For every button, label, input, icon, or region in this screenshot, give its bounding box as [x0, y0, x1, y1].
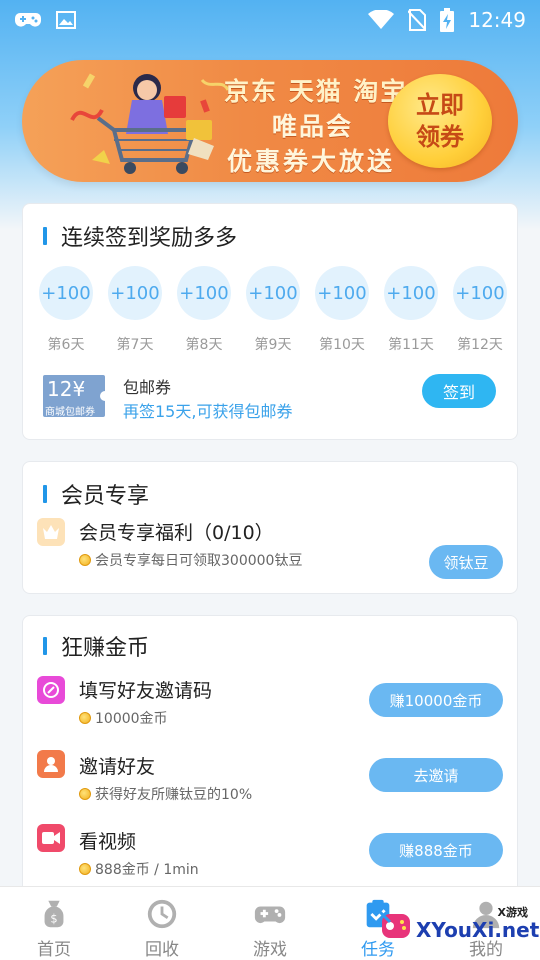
- day-reward: +100: [315, 266, 369, 320]
- watch-video-title: 看视频: [79, 831, 137, 853]
- claim-coupon-line1: 立即: [416, 91, 464, 119]
- signin-title-text: 连续签到奖励多多: [61, 226, 238, 251]
- coin-icon: [79, 788, 91, 800]
- battery-charging-icon: [440, 8, 455, 32]
- member-benefit-title: 会员专享福利（0/10）: [79, 522, 274, 544]
- member-benefit-sub: 会员专享每日可领取300000钛豆: [79, 550, 302, 570]
- tab-games-label: 游戏: [253, 940, 287, 960]
- day-reward: +100: [384, 266, 438, 320]
- earn-10000-button[interactable]: 赚10000金币: [369, 683, 503, 717]
- signin-card: 连续签到奖励多多 +100 第6天 +100 第7天 +100 第8天 +100…: [22, 203, 518, 440]
- coupon-amount: 12¥: [47, 377, 86, 401]
- gamepad-icon: [14, 10, 42, 30]
- tab-recycle-label: 回收: [145, 940, 179, 960]
- day-label: 第8天: [185, 337, 223, 353]
- earn-title-text: 狂赚金币: [61, 636, 150, 661]
- title-bar: [43, 485, 47, 503]
- banner-line2: 唯品会: [272, 112, 354, 141]
- claim-coupon-button[interactable]: 立即 领券: [388, 74, 492, 168]
- banner-line1: 京东 天猫 淘宝: [224, 77, 408, 106]
- day-label: 第7天: [116, 337, 154, 353]
- title-bar: [43, 227, 47, 245]
- gamepad-icon: [254, 906, 286, 924]
- day-reward: +100: [177, 266, 231, 320]
- claim-coupon-line2: 领券: [416, 123, 464, 151]
- day-label: 第6天: [47, 337, 85, 353]
- claim-beans-button[interactable]: 领钛豆: [429, 545, 503, 579]
- day-label: 第12天: [457, 337, 503, 353]
- invite-friends-sub-text: 获得好友所赚钛豆的10%: [95, 787, 253, 803]
- invite-friends-sub: 获得好友所赚钛豆的10%: [79, 784, 252, 804]
- day-label: 第10天: [319, 337, 365, 353]
- coupon-notch: [100, 391, 105, 401]
- invite-code-title: 填写好友邀请码: [79, 680, 213, 702]
- day-reward: +100: [453, 266, 507, 320]
- signin-days: +100 第6天 +100 第7天 +100 第8天 +100 第9天 +100…: [39, 266, 507, 354]
- coupon-desc: 再签15天,可获得包邮券: [123, 402, 293, 421]
- signin-day: +100 第12天: [453, 266, 507, 354]
- coin-icon: [79, 863, 91, 875]
- coupon-sub: 商城包邮券: [45, 407, 95, 417]
- signin-button[interactable]: 签到: [422, 374, 496, 408]
- tab-recycle[interactable]: 回收: [108, 887, 216, 960]
- day-label: 第9天: [254, 337, 292, 353]
- user-icon: [37, 750, 65, 778]
- tab-home-label: 首页: [37, 940, 71, 960]
- watch-video-sub: 888金币 / 1min: [79, 859, 199, 879]
- video-icon: [37, 824, 65, 852]
- title-bar: [43, 637, 47, 655]
- signin-day: +100 第6天: [39, 266, 93, 354]
- tab-home[interactable]: $ 首页: [0, 887, 108, 960]
- svg-text:$: $: [50, 912, 57, 926]
- coupon-title: 包邮券: [123, 378, 172, 397]
- day-label: 第11天: [388, 337, 434, 353]
- image-icon: [56, 10, 76, 30]
- shopping-cart-illustration: [70, 73, 230, 174]
- signin-day: +100 第10天: [315, 266, 369, 354]
- crown-icon: [37, 518, 65, 546]
- earn-card: 狂赚金币 填写好友邀请码 10000金币 赚10000金币 邀请好友 获得好友所…: [22, 615, 518, 905]
- invite-friends-title: 邀请好友: [79, 756, 156, 778]
- site-watermark: X游戏 XYouXi.net: [372, 892, 540, 960]
- watermark-big: XYouXi.net: [416, 918, 540, 942]
- coin-icon: [79, 554, 91, 566]
- member-benefit-sub-text: 会员专享每日可领取300000钛豆: [95, 553, 303, 569]
- signin-day: +100 第8天: [177, 266, 231, 354]
- invite-code-sub: 10000金币: [79, 708, 168, 728]
- wifi-icon: [368, 10, 395, 30]
- signin-day: +100 第9天: [246, 266, 300, 354]
- tab-games[interactable]: 游戏: [216, 887, 324, 960]
- signin-day: +100 第7天: [108, 266, 162, 354]
- clock-icon: [147, 899, 177, 929]
- watch-video-sub-text: 888金币 / 1min: [95, 862, 199, 878]
- money-bag-icon: $: [44, 900, 64, 928]
- edit-icon: [37, 676, 65, 704]
- free-shipping-coupon: 12¥ 商城包邮券: [43, 375, 105, 417]
- status-time: 12:49: [468, 8, 526, 32]
- promo-banner[interactable]: 京东 天猫 淘宝 唯品会 优惠券大放送 立即 领券: [22, 60, 518, 182]
- member-title-text: 会员专享: [61, 484, 150, 509]
- member-card: 会员专享 会员专享福利（0/10） 会员专享每日可领取300000钛豆 领钛豆: [22, 461, 518, 594]
- signin-day: +100 第11天: [384, 266, 438, 354]
- day-reward: +100: [246, 266, 300, 320]
- earn-888-button[interactable]: 赚888金币: [369, 833, 503, 867]
- status-bar: 12:49: [0, 0, 540, 40]
- day-reward: +100: [39, 266, 93, 320]
- signin-card-title: 连续签到奖励多多: [43, 220, 237, 252]
- day-reward: +100: [108, 266, 162, 320]
- go-invite-button[interactable]: 去邀请: [369, 758, 503, 792]
- banner-line3: 优惠券大放送: [227, 147, 396, 176]
- no-sim-icon: [408, 9, 427, 31]
- coin-icon: [79, 712, 91, 724]
- earn-card-title: 狂赚金币: [43, 630, 149, 662]
- member-card-title: 会员专享: [43, 478, 149, 510]
- invite-code-sub-text: 10000金币: [95, 711, 168, 727]
- watermark-logo-icon: [376, 908, 410, 938]
